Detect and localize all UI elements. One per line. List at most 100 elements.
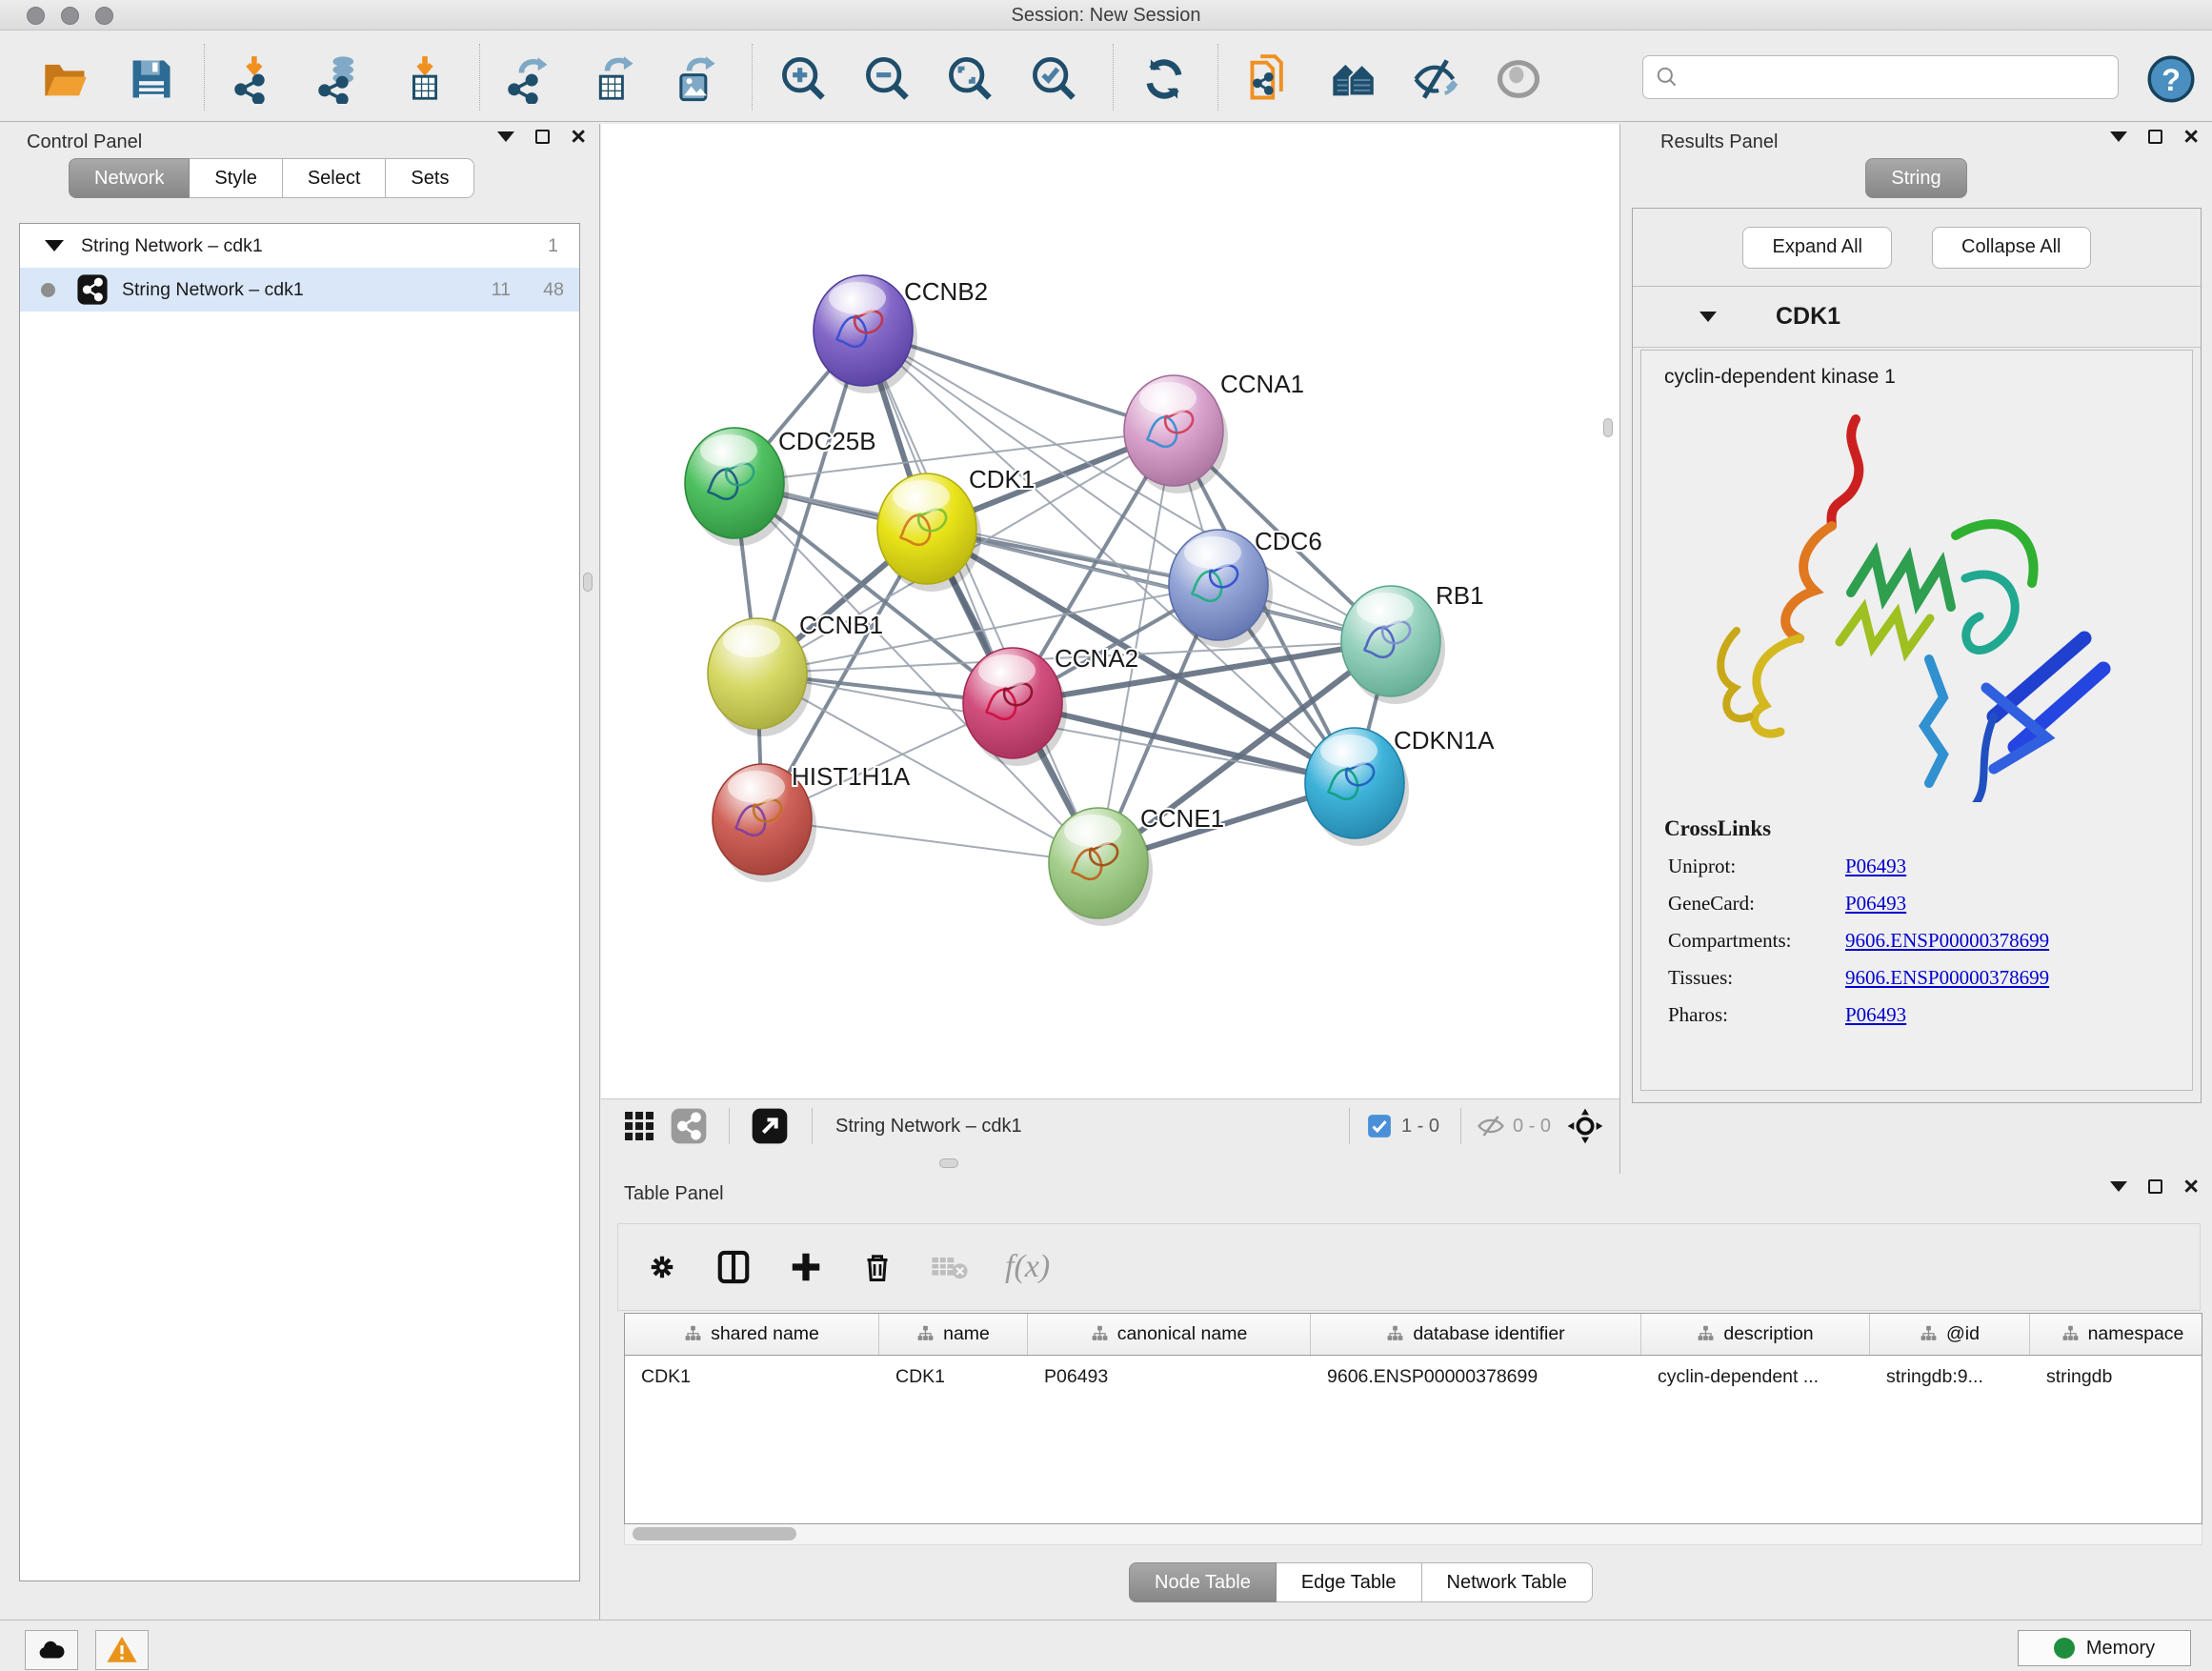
table-hscrollbar[interactable]	[624, 1524, 2202, 1545]
float-panel-icon[interactable]	[2148, 1179, 2162, 1194]
table-cell[interactable]: 9606.ENSP00000378699	[1311, 1356, 1641, 1398]
import-network-database-icon[interactable]	[312, 51, 368, 107]
close-panel-icon[interactable]: ×	[571, 130, 586, 144]
horizontal-splitter-grip[interactable]	[939, 1158, 958, 1168]
node-CCNB2[interactable]: CCNB2	[814, 275, 988, 393]
collapse-all-button[interactable]: Collapse All	[1932, 227, 2091, 269]
zoom-fit-icon[interactable]	[943, 51, 998, 107]
tab-edge-table[interactable]: Edge Table	[1277, 1562, 1422, 1602]
tree-expand-icon[interactable]	[45, 240, 64, 252]
node-CDC25B[interactable]: CDC25B	[685, 427, 876, 546]
table-cell[interactable]: stringdb	[2030, 1356, 2202, 1398]
delete-column-trash-icon[interactable]	[860, 1250, 895, 1284]
export-network-icon[interactable]	[502, 51, 557, 107]
column-header-database-identifier[interactable]: database identifier	[1311, 1314, 1641, 1355]
table-cell[interactable]: CDK1	[879, 1356, 1028, 1398]
function-builder-icon: f(x)	[1005, 1249, 1050, 1285]
tab-string[interactable]: String	[1865, 158, 1966, 198]
panel-menu-icon[interactable]	[2110, 1181, 2127, 1192]
column-header-namespace[interactable]: namespace	[2030, 1314, 2202, 1355]
selected-checkbox-icon[interactable]	[1367, 1114, 1392, 1138]
column-header-shared-name[interactable]: shared name	[625, 1314, 879, 1355]
memory-button[interactable]: Memory	[2018, 1630, 2191, 1666]
crosslink-link[interactable]: P06493	[1845, 892, 1906, 916]
save-session-icon[interactable]	[124, 51, 179, 107]
string-settings-icon[interactable]	[670, 1107, 708, 1145]
column-header-canonical-name[interactable]: canonical name	[1028, 1314, 1311, 1355]
search-input[interactable]	[1679, 67, 2118, 88]
node-HIST1H1A[interactable]: HIST1H1A	[713, 762, 911, 882]
open-session-icon[interactable]	[38, 51, 93, 107]
network-view-canvas[interactable]: CCNB2CCNA1CDC25BCDK1CDC6RB1CCNB1CCNA2CDK…	[601, 124, 1619, 1098]
import-table-icon[interactable]	[397, 51, 452, 107]
node-table[interactable]: shared namenamecanonical namedatabase id…	[624, 1313, 2202, 1524]
show-all-icon[interactable]	[1491, 51, 1546, 107]
panel-menu-icon[interactable]	[497, 131, 514, 142]
toolbar-search[interactable]	[1642, 55, 2119, 99]
tab-network[interactable]: Network	[69, 158, 190, 198]
network-collection-row[interactable]: String Network – cdk1 1	[20, 224, 579, 268]
string-home-icon[interactable]	[1326, 51, 1381, 107]
crosslink-link[interactable]: 9606.ENSP00000378699	[1845, 929, 2049, 953]
node-RB1[interactable]: RB1	[1341, 581, 1484, 704]
close-panel-icon[interactable]: ×	[2183, 130, 2199, 144]
node-CCNB1[interactable]: CCNB1	[708, 611, 883, 736]
cloud-status-button[interactable]	[25, 1630, 78, 1670]
open-in-window-icon[interactable]	[751, 1107, 789, 1145]
export-image-icon[interactable]	[668, 51, 723, 107]
column-header-name[interactable]: name	[879, 1314, 1028, 1355]
node-CCNA1[interactable]: CCNA1	[1124, 370, 1304, 493]
left-splitter-grip[interactable]	[583, 573, 593, 592]
string-network-icon	[76, 273, 109, 306]
crosslink-link[interactable]: 9606.ENSP00000378699	[1845, 966, 2049, 990]
table-cell[interactable]: P06493	[1028, 1356, 1311, 1398]
refresh-layout-icon[interactable]	[1136, 51, 1192, 107]
help-icon[interactable]: ?	[2143, 51, 2199, 107]
expand-all-button[interactable]: Expand All	[1742, 227, 1892, 269]
export-table-icon[interactable]	[586, 51, 641, 107]
right-splitter-grip[interactable]	[1603, 418, 1613, 437]
add-column-icon[interactable]	[788, 1249, 824, 1285]
zoom-in-icon[interactable]	[776, 51, 832, 107]
protein-name: CDK1	[1776, 303, 1840, 331]
hscroll-thumb[interactable]	[633, 1527, 796, 1540]
hidden-eye-icon[interactable]	[1477, 1112, 1505, 1140]
new-network-from-selection-icon[interactable]	[1243, 51, 1298, 107]
close-panel-icon[interactable]: ×	[2183, 1179, 2199, 1194]
zoom-selected-icon[interactable]	[1027, 51, 1082, 107]
hide-selected-icon[interactable]	[1409, 51, 1464, 107]
table-row[interactable]: CDK1CDK1P064939606.ENSP00000378699cyclin…	[625, 1356, 2202, 1398]
fit-selected-crosshair-icon[interactable]	[1566, 1107, 1604, 1145]
float-panel-icon[interactable]	[2148, 130, 2162, 144]
table-cell[interactable]: stringdb:9...	[1870, 1356, 2030, 1398]
crosslink-link[interactable]: P06493	[1845, 1003, 1906, 1027]
node-CCNA2[interactable]: CCNA2	[963, 644, 1138, 766]
birds-eye-view-icon[interactable]	[622, 1109, 656, 1143]
table-settings-gear-icon[interactable]	[645, 1250, 679, 1284]
show-columns-icon[interactable]	[715, 1249, 752, 1285]
table-cell[interactable]: CDK1	[625, 1356, 879, 1398]
tab-style[interactable]: Style	[190, 158, 282, 198]
network-row[interactable]: String Network – cdk1 11 48	[20, 268, 579, 312]
section-collapse-icon[interactable]	[1699, 312, 1717, 322]
node-CDKN1A[interactable]: CDKN1A	[1305, 726, 1495, 846]
crosslink-link[interactable]: P06493	[1845, 855, 1906, 878]
node-CDK1[interactable]: CDK1	[877, 465, 1035, 592]
panel-menu-icon[interactable]	[2110, 131, 2127, 142]
tab-sets[interactable]: Sets	[386, 158, 474, 198]
warning-icon	[106, 1634, 138, 1666]
tab-network-table[interactable]: Network Table	[1422, 1562, 1593, 1602]
import-network-file-icon[interactable]	[229, 51, 284, 107]
zoom-out-icon[interactable]	[860, 51, 915, 107]
column-header-description[interactable]: description	[1641, 1314, 1870, 1355]
crosslink-label: GeneCard:	[1668, 892, 1845, 916]
protein-section-header[interactable]: CDK1	[1633, 287, 2201, 348]
tab-node-table[interactable]: Node Table	[1129, 1562, 1277, 1602]
float-panel-icon[interactable]	[535, 130, 550, 144]
node-label-CCNB1: CCNB1	[799, 611, 883, 639]
tab-select[interactable]: Select	[283, 158, 387, 198]
node-CCNE1[interactable]: CCNE1	[1049, 804, 1224, 926]
table-cell[interactable]: cyclin-dependent ...	[1641, 1356, 1870, 1398]
warnings-button[interactable]	[95, 1630, 149, 1670]
column-header--id[interactable]: @id	[1870, 1314, 2030, 1355]
